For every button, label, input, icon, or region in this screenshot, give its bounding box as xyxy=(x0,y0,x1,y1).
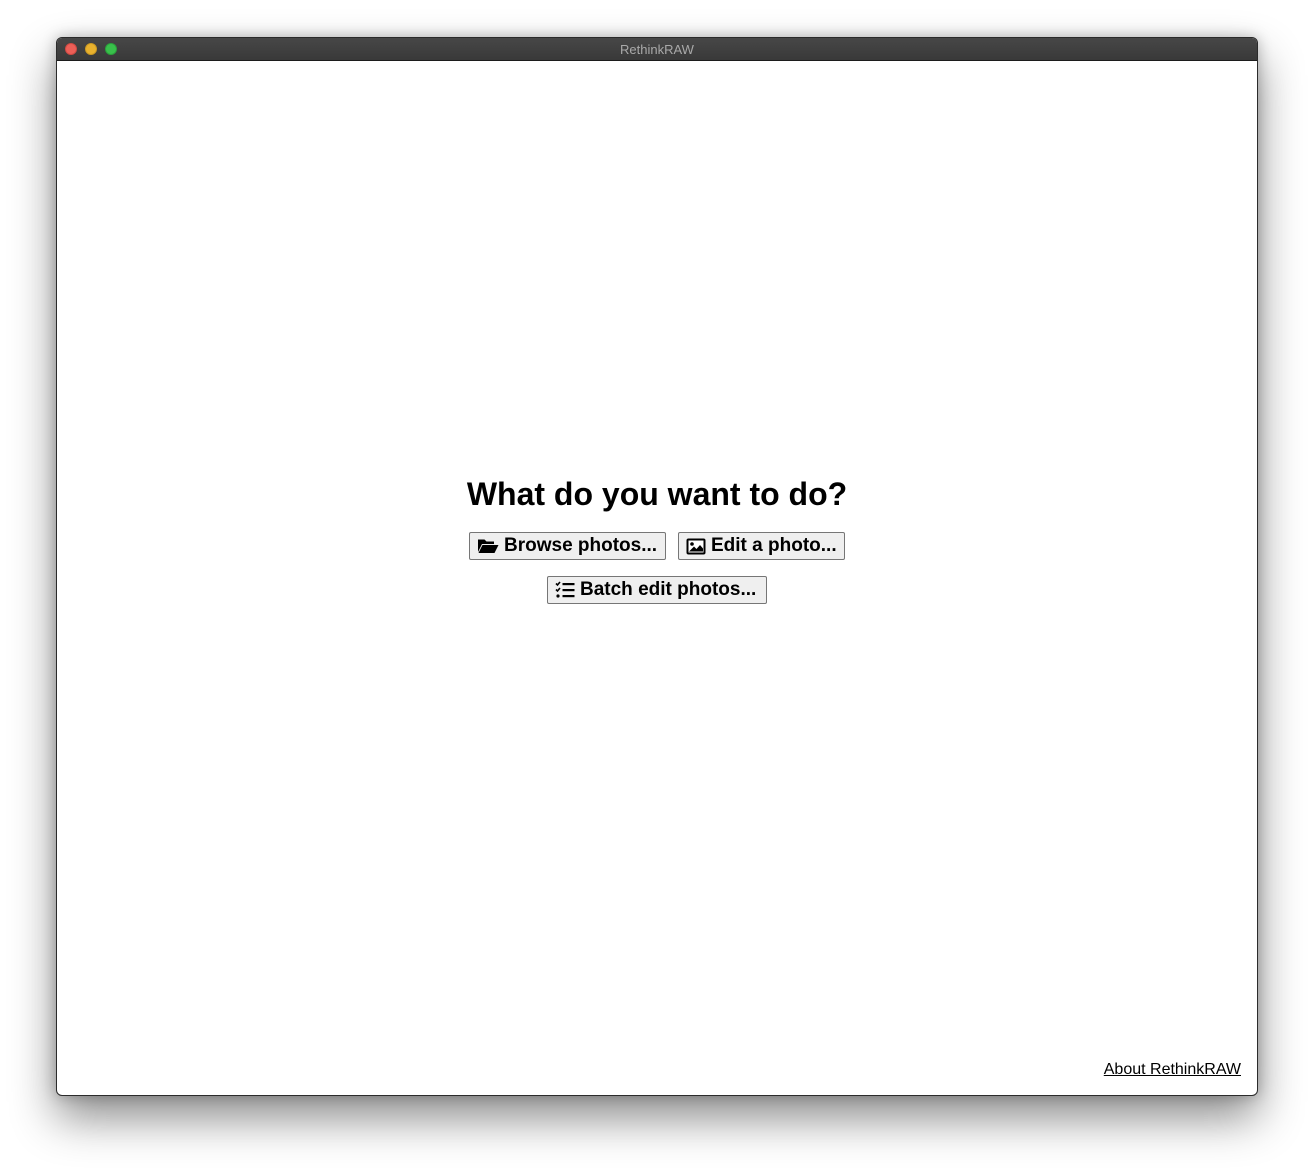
browse-photos-button[interactable]: Browse photos... xyxy=(469,532,666,560)
task-list-icon xyxy=(555,581,575,599)
batch-edit-photos-button[interactable]: Batch edit photos... xyxy=(547,576,767,604)
page-heading: What do you want to do? xyxy=(466,476,848,512)
title-bar[interactable]: RethinkRAW xyxy=(57,38,1257,61)
edit-photo-label: Edit a photo... xyxy=(711,535,837,556)
image-icon xyxy=(686,538,706,555)
folder-open-icon xyxy=(477,537,499,555)
about-link[interactable]: About RethinkRAW xyxy=(1104,1061,1241,1079)
window-title: RethinkRAW xyxy=(620,42,694,57)
edit-photo-button[interactable]: Edit a photo... xyxy=(678,532,845,560)
browse-photos-label: Browse photos... xyxy=(504,535,658,556)
main-content: What do you want to do? Browse photos... xyxy=(57,61,1257,1095)
app-window: RethinkRAW What do you want to do? Brows… xyxy=(56,37,1258,1096)
batch-edit-photos-label: Batch edit photos... xyxy=(580,579,757,600)
